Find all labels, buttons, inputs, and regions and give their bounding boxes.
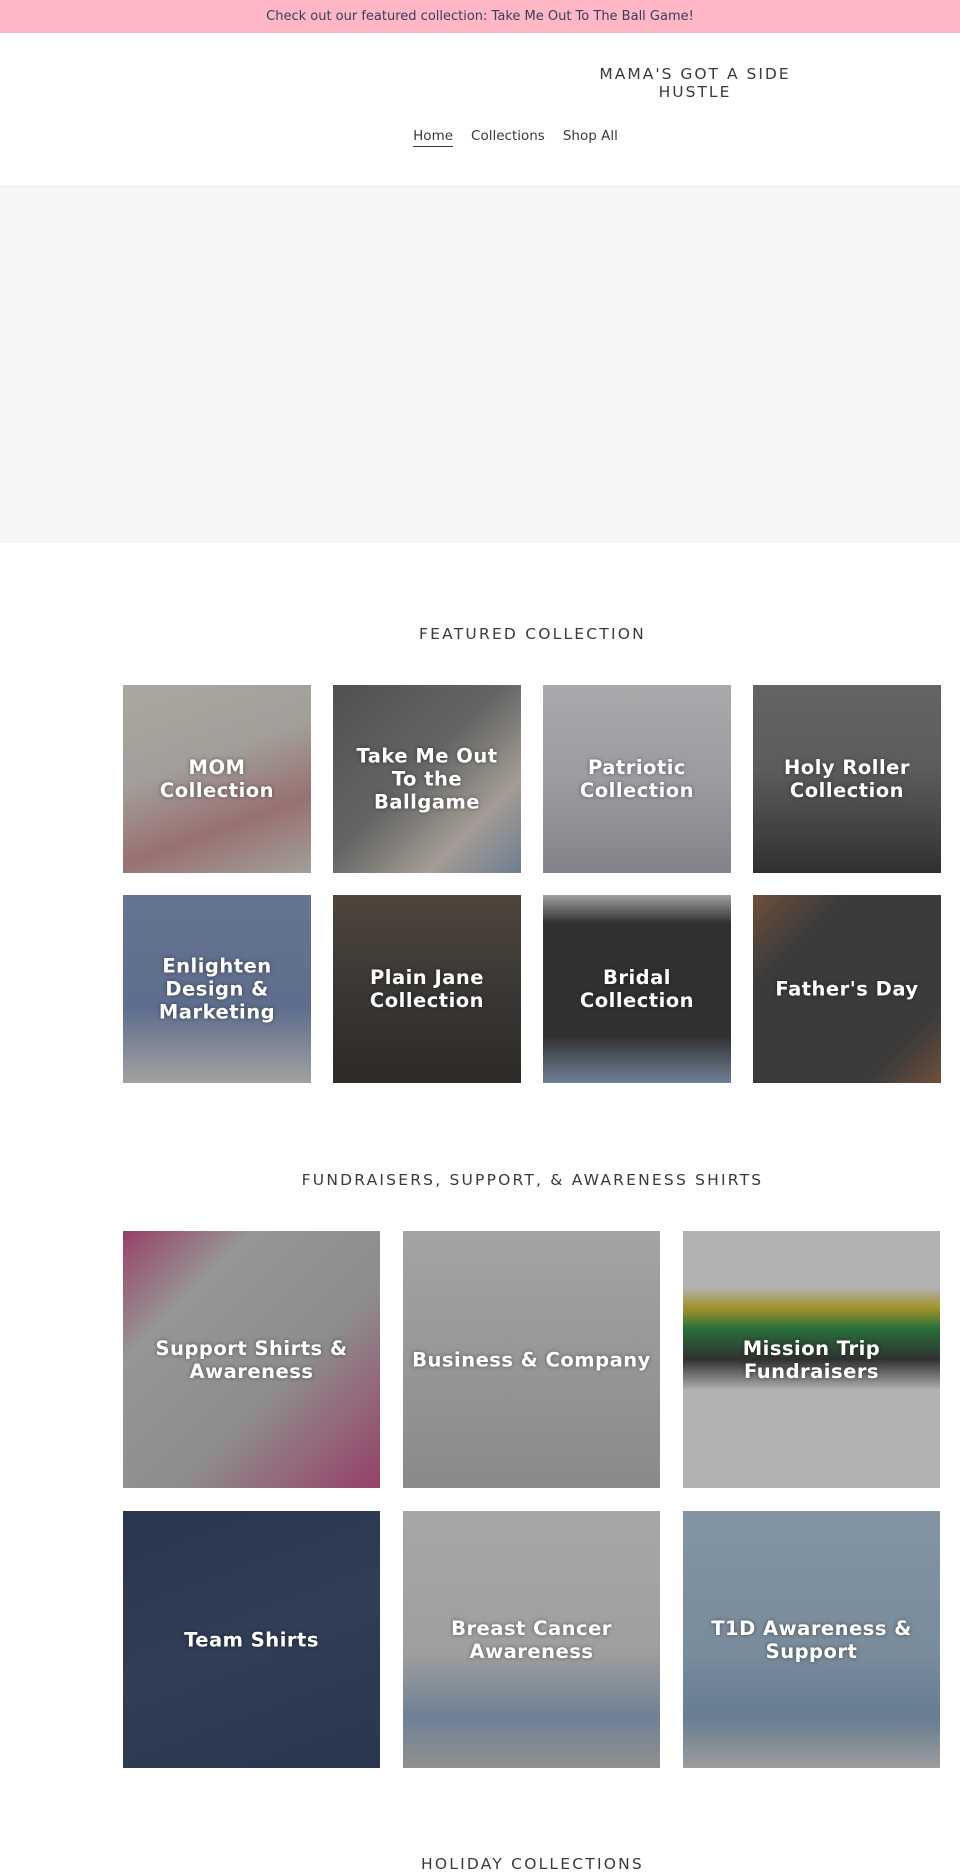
announcement-text[interactable]: Check out our featured collection: Take … [266,9,694,24]
site-header: MAMA'S GOT A SIDE HUSTLE Home Collection… [0,33,960,187]
collection-tile-enlighten[interactable]: Enlighten Design & Marketing [123,895,311,1083]
collection-label: Enlighten Design & Marketing [158,954,276,1024]
nav-home[interactable]: Home [413,128,454,147]
collection-label: Team Shirts [184,1628,319,1651]
collection-tile-ballgame[interactable]: Take Me Out To the Ballgame [333,685,521,873]
collection-label: Plain Jane Collection [369,966,485,1012]
collection-label: MOM Collection [159,756,275,802]
collection-label: Bridal Collection [579,966,695,1012]
collection-tile-patriotic[interactable]: Patriotic Collection [543,685,731,873]
nav-shop-all[interactable]: Shop All [563,128,618,147]
collection-label: Take Me Out To the Ballgame [356,744,498,814]
nav-collections[interactable]: Collections [471,128,545,147]
collection-label: Mission Trip Fundraisers [742,1336,881,1383]
collection-tile-bridal[interactable]: Bridal Collection [543,895,731,1083]
collection-tile-mission-trip[interactable]: Mission Trip Fundraisers [683,1231,940,1488]
fundraisers-section-title: FUNDRAISERS, SUPPORT, & AWARENESS SHIRTS [301,1171,764,1189]
site-logo[interactable]: MAMA'S GOT A SIDE HUSTLE [595,65,795,101]
featured-collection-title: FEATURED COLLECTION [419,625,646,643]
collection-label: Breast Cancer Awareness [451,1616,612,1663]
collection-label: Father's Day [775,977,919,1001]
collection-tile-business[interactable]: Business & Company [403,1231,660,1488]
collection-label: Business & Company [412,1348,651,1371]
collection-tile-support-shirts[interactable]: Support Shirts & Awareness [123,1231,380,1488]
collection-tile-fathers-day[interactable]: Father's Day [753,895,941,1083]
collection-tile-t1d[interactable]: T1D Awareness & Support [683,1511,940,1768]
collection-tile-mom[interactable]: MOM Collection [123,685,311,873]
collection-tile-holy-roller[interactable]: Holy Roller Collection [753,685,941,873]
announcement-bar[interactable]: Check out our featured collection: Take … [0,0,960,33]
main-nav: Home Collections Shop All [0,128,960,147]
collection-label: Support Shirts & Awareness [155,1336,348,1383]
collection-tile-breast-cancer[interactable]: Breast Cancer Awareness [403,1511,660,1768]
collection-tile-team-shirts[interactable]: Team Shirts [123,1511,380,1768]
holiday-section-title: HOLIDAY COLLECTIONS [421,1855,644,1873]
collection-label: Patriotic Collection [579,756,695,802]
hero-banner [0,187,960,543]
collection-label: T1D Awareness & Support [711,1616,912,1663]
collection-label: Holy Roller Collection [783,756,911,802]
collection-tile-plain-jane[interactable]: Plain Jane Collection [333,895,521,1083]
